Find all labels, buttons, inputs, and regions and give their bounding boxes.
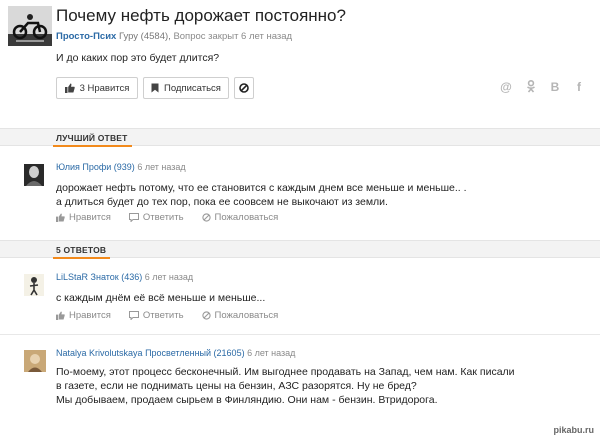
answer-meta: LiLStaR Знаток (436) 6 лет назад — [56, 272, 193, 282]
question-title: Почему нефть дорожает постоянно? — [56, 6, 346, 25]
best-answer-label: ЛУЧШИЙ ОТВЕТ — [53, 133, 132, 147]
bookmark-icon — [151, 83, 159, 93]
question-author-rank: Гуру (4584), — [118, 31, 171, 42]
report-action[interactable]: Пожаловаться — [201, 212, 278, 223]
question-block: Почему нефть дорожает постоянно? Просто-… — [0, 0, 600, 128]
best-answer-time: 6 лет назад — [137, 162, 186, 172]
question-body: И до каких пор это будет длится? — [56, 52, 220, 64]
best-answer-avatar[interactable] — [24, 164, 44, 186]
watermark: pikabu.ru — [553, 425, 594, 435]
question-author-avatar[interactable] — [8, 6, 52, 46]
block-icon — [201, 311, 211, 320]
answer-rank: Знаток (436) — [90, 272, 143, 282]
question-author-link[interactable]: Просто-Псих — [56, 31, 116, 42]
answer-text: По-моему, этот процесс бесконечный. Им в… — [56, 365, 515, 407]
answer-line: По-моему, этот процесс бесконечный. Им в… — [56, 366, 515, 378]
thumbs-up-icon — [56, 213, 65, 222]
best-answer-text: дорожает нефть потому, что ее становится… — [56, 181, 467, 209]
share-mail-icon[interactable]: @ — [499, 80, 513, 94]
report-action[interactable]: Пожаловаться — [201, 310, 278, 321]
best-answer-line: дорожает нефть потому, что ее становится… — [56, 182, 467, 194]
comment-icon — [128, 213, 139, 222]
share-vk-icon[interactable]: B — [548, 80, 562, 94]
answer-divider — [0, 334, 600, 335]
like-action[interactable]: Нравится — [56, 212, 111, 223]
answer-text: с каждым днём её всё меньше и меньше... — [56, 291, 265, 305]
block-icon — [239, 83, 249, 93]
thumbs-up-icon — [64, 83, 75, 93]
answers-count-label: 5 ОТВЕТОВ — [52, 245, 111, 259]
answer-author[interactable]: Natalya Krivolutskaya — [56, 348, 143, 358]
answer-avatar[interactable] — [24, 274, 44, 296]
like-action[interactable]: Нравится — [56, 310, 111, 321]
answers-header: 5 ОТВЕТОВ — [0, 240, 600, 259]
best-answer-rank: Профи (939) — [82, 162, 135, 172]
answer-time: 6 лет назад — [247, 348, 296, 358]
answer-meta: Natalya Krivolutskaya Просветленный (216… — [56, 348, 295, 358]
answer-actions: Нравится Ответить Пожаловаться — [56, 310, 278, 321]
best-answer-meta: Юлия Профи (939) 6 лет назад — [56, 162, 186, 172]
answer-line: в газете, если не поднимать цены на бенз… — [56, 380, 417, 392]
like-button-label: 3 Нравится — [79, 82, 130, 94]
share-facebook-icon[interactable]: f — [572, 80, 586, 94]
share-odnoklassniki-icon[interactable] — [524, 79, 538, 96]
reply-action[interactable]: Ответить — [128, 310, 184, 321]
subscribe-button[interactable]: Подписаться — [143, 77, 229, 99]
question-meta: Просто-Псих Гуру (4584), Вопрос закрыт 6… — [56, 31, 292, 42]
answer-time: 6 лет назад — [144, 272, 194, 282]
like-button[interactable]: 3 Нравится — [56, 77, 138, 99]
best-answer-line: а длиться будет до тех пор, пока ее соов… — [56, 196, 388, 208]
question-status: Вопрос закрыт 6 лет назад — [173, 31, 293, 42]
answer-line: с каждым днём её всё меньше и меньше... — [56, 292, 266, 304]
thumbs-up-icon — [56, 311, 65, 320]
best-answer-author[interactable]: Юлия — [56, 162, 80, 172]
best-answer-actions: Нравится Ответить Пожаловаться — [56, 212, 278, 223]
comment-icon — [128, 311, 139, 320]
block-button[interactable] — [234, 77, 254, 99]
answer-author[interactable]: LiLStaR — [56, 272, 88, 282]
reply-action[interactable]: Ответить — [128, 212, 184, 223]
answer-rank: Просветленный (21605) — [145, 348, 245, 358]
block-icon — [201, 213, 211, 222]
subscribe-button-label: Подписаться — [164, 82, 221, 94]
answer-line: Мы добываем, продаем сырьем в Финляндию.… — [56, 394, 438, 406]
best-answer-header: ЛУЧШИЙ ОТВЕТ — [0, 128, 600, 147]
answer-avatar[interactable] — [24, 350, 46, 372]
